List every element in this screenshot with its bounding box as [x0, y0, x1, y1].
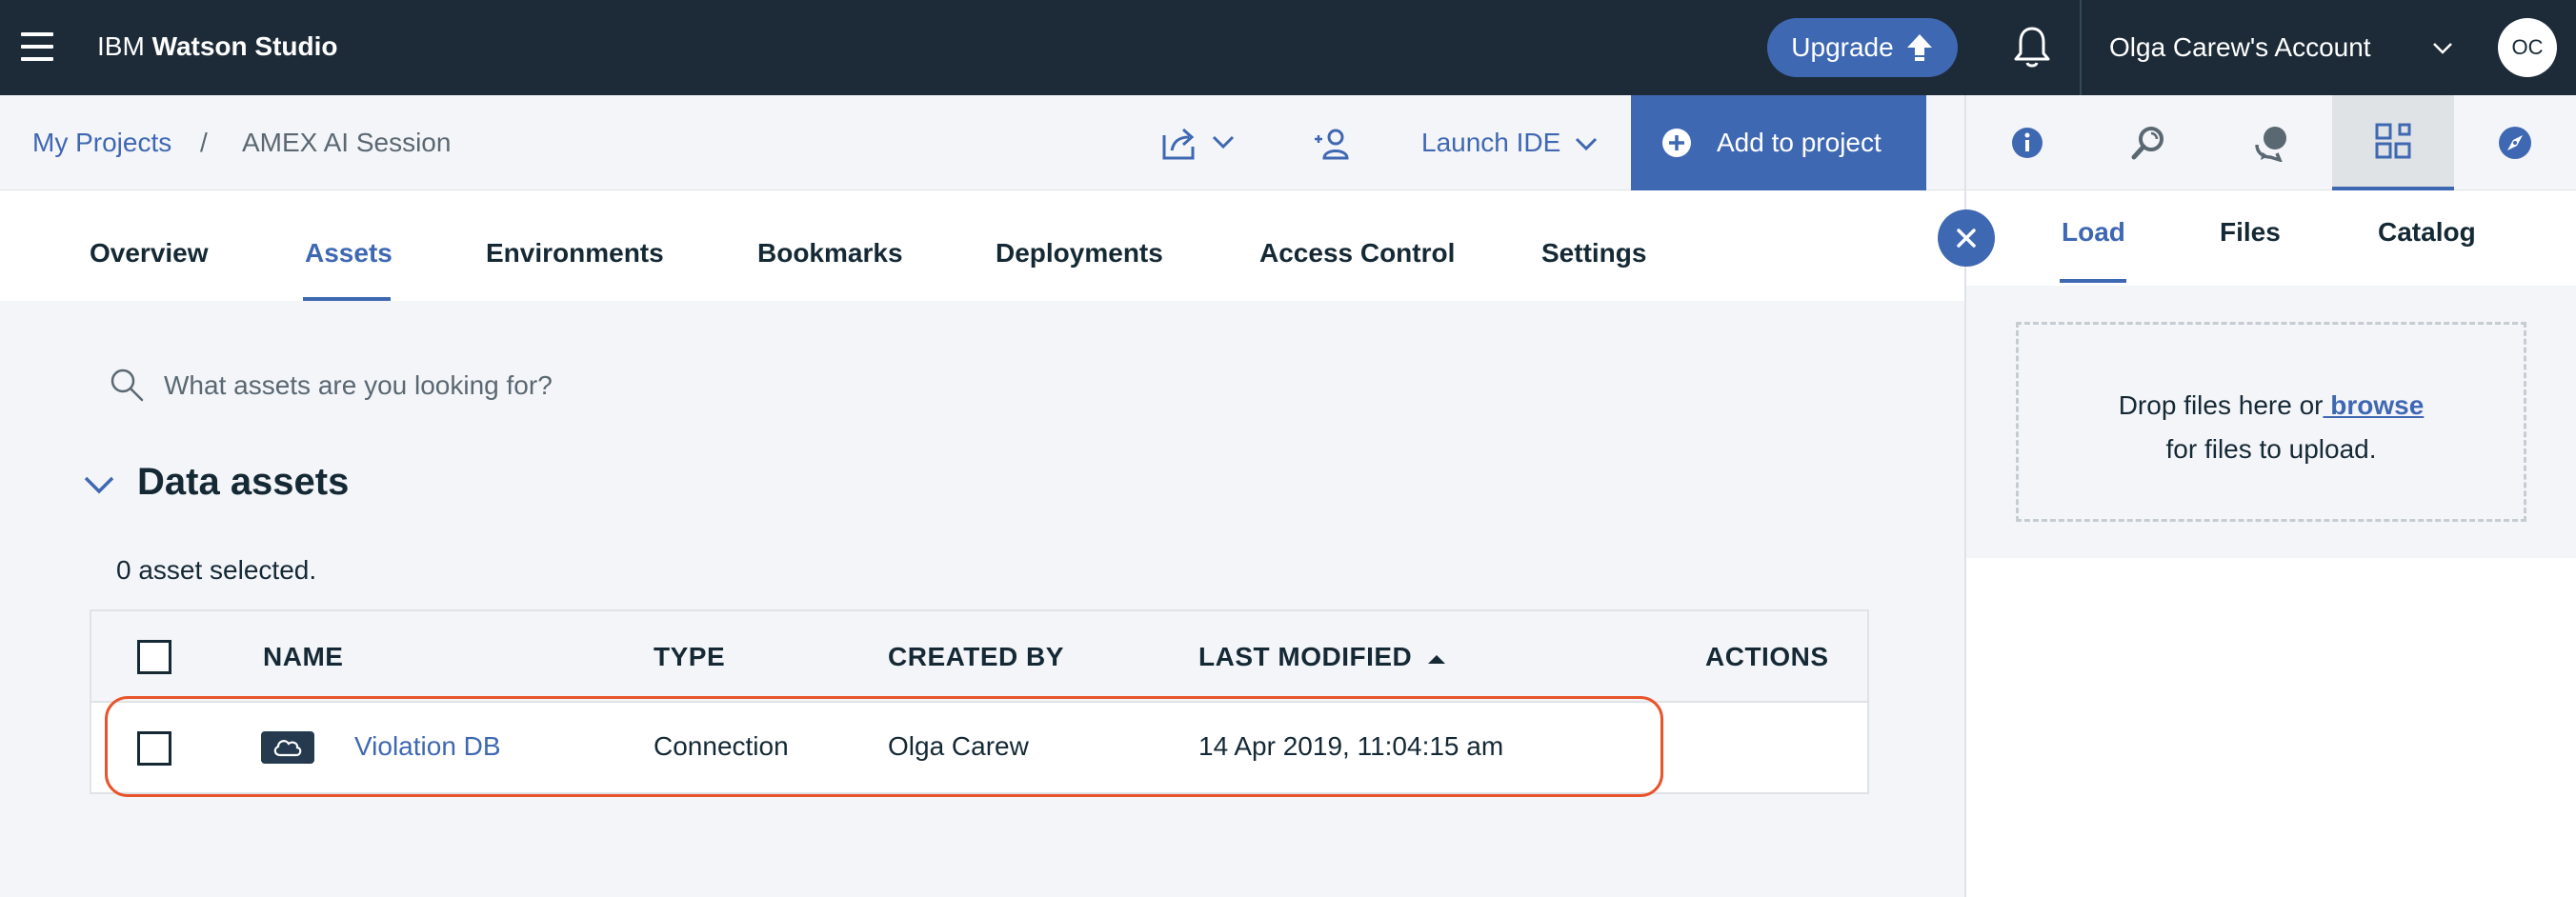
select-all-checkbox[interactable]: [137, 640, 171, 674]
hamburger-menu-icon[interactable]: [21, 32, 53, 61]
account-divider: [2080, 0, 2082, 95]
drop-text-suffix: for files to upload.: [2165, 434, 2377, 464]
breadcrumb-my-projects[interactable]: My Projects: [32, 128, 171, 158]
info-icon[interactable]: [1966, 95, 2088, 190]
panel-active-tab-indicator: [2060, 279, 2126, 283]
add-to-project-button[interactable]: Add to project: [1631, 95, 1926, 190]
launch-ide-dropdown[interactable]: Launch IDE: [1421, 128, 1599, 158]
upgrade-button[interactable]: Upgrade: [1767, 18, 1958, 77]
table-header: NAME TYPE CREATED BY LAST MODIFIED ACTIO…: [91, 611, 1867, 703]
community-icon[interactable]: [2210, 95, 2332, 190]
collapse-chevron-icon[interactable]: [82, 470, 116, 499]
breadcrumb-current-project: AMEX AI Session: [242, 128, 452, 157]
asset-last-modified: 14 Apr 2019, 11:04:15 am: [1198, 731, 1504, 761]
row-checkbox[interactable]: [137, 731, 171, 766]
tab-environments[interactable]: Environments: [486, 238, 664, 269]
add-to-project-label: Add to project: [1717, 128, 1882, 157]
project-header: My Projects / AMEX AI Session Launch IDE…: [0, 95, 1964, 190]
share-icon[interactable]: [1160, 124, 1237, 162]
column-header-created-by[interactable]: CREATED BY: [888, 642, 1064, 672]
compass-icon[interactable]: [2454, 95, 2576, 190]
account-switcher[interactable]: Olga Carew's Account: [2109, 32, 2371, 63]
tab-overview[interactable]: Overview: [90, 238, 209, 269]
chevron-down-icon[interactable]: [2431, 38, 2454, 57]
selection-status: 0 asset selected.: [116, 555, 317, 585]
search-icon: [111, 369, 144, 402]
upgrade-label: Upgrade: [1791, 32, 1894, 62]
column-header-last-modified[interactable]: LAST MODIFIED: [1198, 642, 1447, 672]
column-header-actions: ACTIONS: [1705, 642, 1829, 671]
find-icon[interactable]: [2088, 95, 2210, 190]
side-panel-toolbar: [1964, 95, 2576, 190]
launch-ide-label: Launch IDE: [1421, 128, 1561, 157]
project-tabs: Overview Assets Environments Bookmarks D…: [0, 190, 1964, 301]
asset-name-link[interactable]: Violation DB: [354, 731, 501, 762]
column-header-type[interactable]: TYPE: [654, 642, 725, 672]
panel-tab-files[interactable]: Files: [2220, 217, 2281, 248]
table-row[interactable]: Violation DB Connection Olga Carew 14 Ap…: [91, 703, 1867, 794]
chevron-down-icon: [1576, 137, 1598, 151]
tab-deployments[interactable]: Deployments: [996, 238, 1163, 269]
upgrade-arrow-icon: [1906, 34, 1932, 61]
user-avatar[interactable]: OC: [2498, 18, 2557, 77]
file-drop-zone[interactable]: Drop files here or browse for files to u…: [2016, 322, 2526, 522]
asset-type: Connection: [654, 731, 789, 761]
panel-tab-load[interactable]: Load: [2062, 217, 2125, 248]
close-icon: [1957, 229, 1976, 248]
panel-tab-catalog[interactable]: Catalog: [2378, 217, 2476, 248]
brand-name: Watson Studio: [151, 31, 338, 61]
tab-bookmarks[interactable]: Bookmarks: [757, 238, 903, 269]
notifications-bell-icon[interactable]: [2011, 25, 2053, 70]
asset-created-by: Olga Carew: [888, 731, 1029, 761]
close-panel-button[interactable]: [1938, 209, 1995, 267]
last-modified-label: LAST MODIFIED: [1198, 642, 1413, 671]
data-assets-table: NAME TYPE CREATED BY LAST MODIFIED ACTIO…: [90, 609, 1869, 794]
asset-search-input[interactable]: [164, 365, 1021, 407]
tab-settings[interactable]: Settings: [1541, 238, 1646, 269]
active-tab-indicator: [303, 297, 391, 301]
breadcrumb-separator: /: [200, 128, 208, 157]
brand-prefix: IBM: [97, 31, 152, 61]
sort-ascending-icon: [1427, 654, 1445, 664]
tab-assets[interactable]: Assets: [305, 238, 392, 269]
product-brand[interactable]: IBM Watson Studio: [97, 31, 338, 62]
add-circle-icon: [1662, 129, 1691, 157]
cloud-icon: [261, 731, 314, 764]
top-nav-bar: IBM Watson Studio Upgrade Olga Carew's A…: [0, 0, 2576, 95]
column-header-name[interactable]: NAME: [263, 642, 343, 672]
section-title-data-assets: Data assets: [137, 461, 350, 503]
data-icon[interactable]: [2332, 95, 2454, 190]
drop-text: Drop files here or: [2118, 390, 2324, 420]
tab-access-control[interactable]: Access Control: [1259, 238, 1455, 269]
add-collaborator-icon[interactable]: [1313, 124, 1351, 162]
browse-link[interactable]: browse: [2323, 390, 2424, 420]
